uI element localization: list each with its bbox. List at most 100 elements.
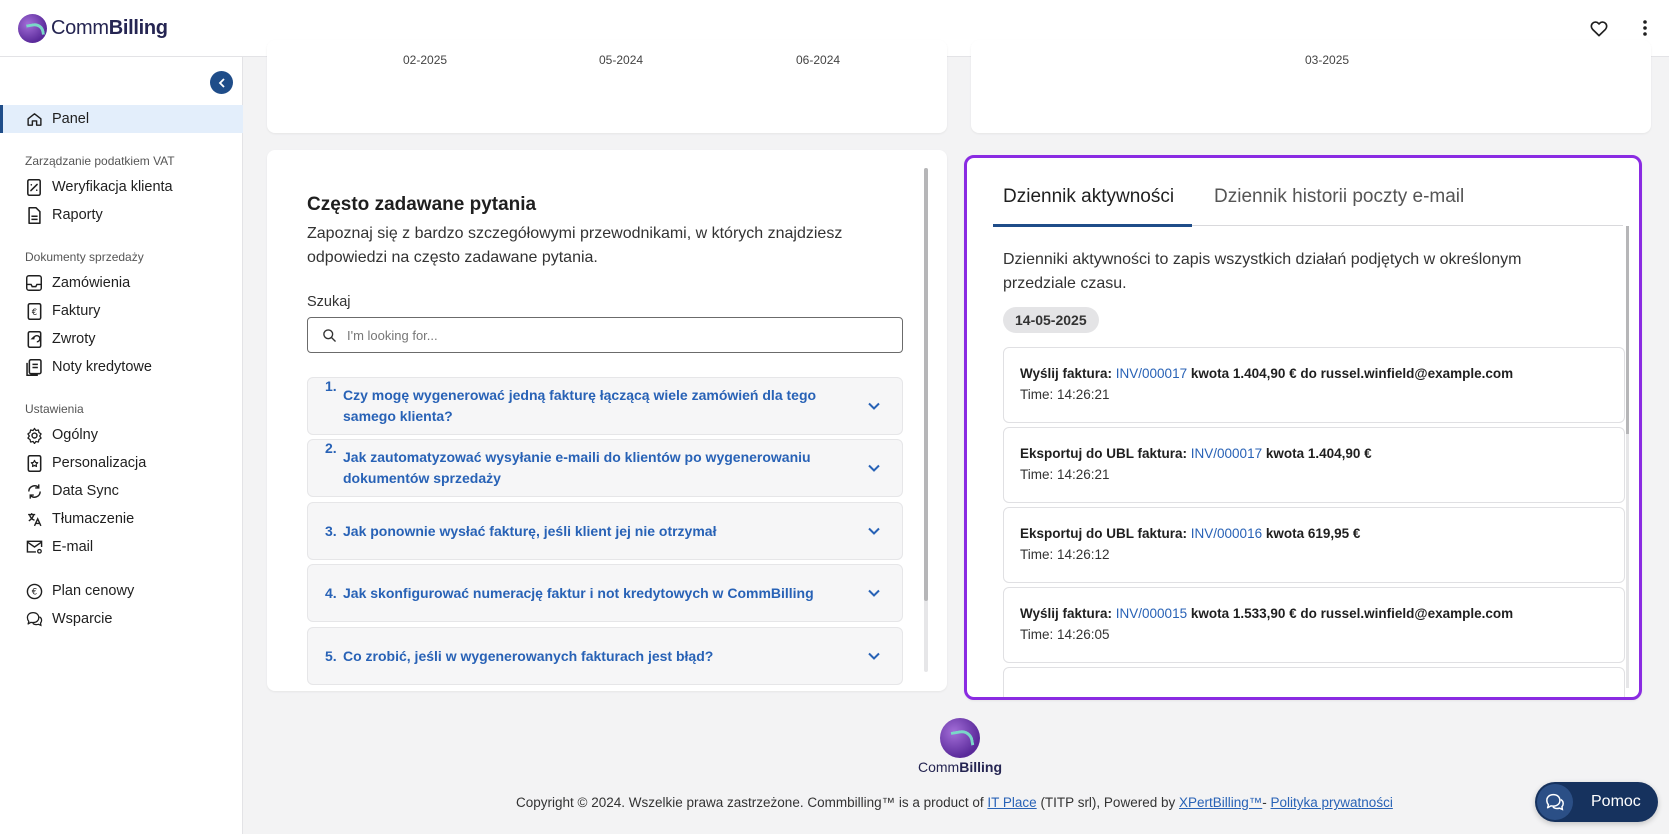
faq-question: Co zrobić, jeśli w wygenerowanych faktur… — [343, 647, 714, 664]
sidebar-section-sales: Dokumenty sprzedaży — [25, 250, 144, 264]
log-text: Eksportuj do UBL faktura: INV/000016 kwo… — [1020, 526, 1361, 541]
tab-activity-log[interactable]: Dziennik aktywności — [992, 168, 1193, 227]
faq-number: 4. — [325, 585, 337, 601]
sidebar-item-label: Zwroty — [52, 331, 96, 347]
faq-card: Często zadawane pytania Zapoznaj się z b… — [267, 150, 947, 691]
faq-item[interactable]: 4. Jak skonfigurować numerację faktur i … — [307, 564, 903, 622]
invoice-link[interactable]: INV/000017 — [1191, 446, 1262, 461]
faq-question: Czy mogę wygenerować jedną fakturę łączą… — [343, 387, 817, 424]
faq-number: 3. — [325, 523, 337, 539]
logo-text: CommBilling — [51, 16, 168, 39]
activity-scrollbar-thumb[interactable] — [1626, 226, 1629, 434]
log-time: Time: 14:26:21 — [1020, 467, 1110, 482]
sidebar-item-weryfikacja[interactable]: Weryfikacja klienta — [0, 173, 243, 201]
sidebar-item-label: E-mail — [52, 539, 94, 555]
sidebar-item-faktury[interactable]: € Faktury — [0, 297, 243, 325]
sidebar-item-label: Raporty — [52, 207, 103, 223]
faq-number: 5. — [325, 648, 337, 664]
chart-card-left: 02-2025 05-2024 06-2024 — [267, 40, 947, 133]
help-button[interactable]: Pomoc — [1535, 782, 1658, 822]
invoice-link[interactable]: INV/000015 — [1116, 606, 1187, 621]
sidebar-item-email[interactable]: E-mail — [0, 533, 243, 561]
sidebar-collapse-button[interactable] — [210, 71, 233, 94]
sidebar-item-label: Noty kredytowe — [52, 359, 152, 375]
chart-card-right: 03-2025 — [971, 40, 1651, 133]
sidebar-item-label: Faktury — [52, 303, 101, 319]
activity-card: Dziennik aktywności Dziennik historii po… — [964, 155, 1642, 700]
sidebar-item-label: Zamówienia — [52, 275, 131, 291]
log-time: Time: 14:26:05 — [1020, 627, 1110, 642]
chat-support-icon — [25, 610, 43, 628]
faq-item[interactable]: 2. Jak zautomatyzować wysyłanie e-maili … — [307, 439, 903, 497]
faq-item[interactable]: 5. Co zrobić, jeśli w wygenerowanych fak… — [307, 627, 903, 685]
copyright-text: Copyright © 2024. Wszelkie prawa zastrze… — [516, 795, 1393, 810]
svg-text:€: € — [31, 587, 36, 597]
sync-icon — [25, 482, 43, 500]
activity-tabs: Dziennik aktywności Dziennik historii po… — [992, 168, 1623, 227]
invoice-link[interactable]: INV/000016 — [1191, 526, 1262, 541]
faq-question: Jak zautomatyzować wysyłanie e-maili do … — [343, 449, 811, 486]
heart-icon[interactable] — [1587, 16, 1611, 40]
mail-settings-icon — [25, 538, 43, 556]
inbox-icon — [25, 274, 43, 292]
sidebar-item-tlumaczenie[interactable]: Tłumaczenie — [0, 505, 243, 533]
translate-icon — [25, 510, 43, 528]
log-time: Time: 14:26:21 — [1020, 387, 1110, 402]
sidebar-item-zwroty[interactable]: Zwroty — [0, 325, 243, 353]
sidebar-section-vat: Zarządzanie podatkiem VAT — [25, 154, 175, 168]
chevron-down-icon[interactable] — [864, 521, 884, 541]
faq-scrollbar-thumb[interactable] — [924, 168, 928, 601]
faq-question: Jak skonfigurować numerację faktur i not… — [343, 584, 814, 601]
svg-text:€: € — [31, 307, 36, 317]
gear-icon — [25, 426, 43, 444]
sidebar-item-panel[interactable]: Panel — [0, 105, 243, 133]
sidebar-item-plan[interactable]: € Plan cenowy — [0, 577, 243, 605]
footer-logo: CommBilling — [918, 718, 1002, 775]
invoice-link[interactable]: INV/000017 — [1116, 366, 1187, 381]
euro-circle-icon: € — [25, 582, 43, 600]
sidebar-item-label: Panel — [52, 111, 90, 127]
x-tick-label: 03-2025 — [1305, 53, 1350, 67]
x-tick-label: 02-2025 — [403, 53, 448, 67]
search-box[interactable] — [307, 317, 903, 353]
log-entry: Wyślij faktura: INV/000015 kwota 1.533,9… — [1003, 587, 1625, 663]
sidebar-item-raporty[interactable]: Raporty — [0, 201, 243, 229]
log-entry: Eksportuj do UBL faktura: INV/000016 kwo… — [1003, 507, 1625, 583]
app-logo[interactable]: CommBilling — [18, 13, 168, 43]
chevron-down-icon[interactable] — [864, 458, 884, 478]
chevron-left-icon — [218, 77, 225, 88]
logo-mark-icon — [18, 13, 47, 43]
sidebar-item-ogolny[interactable]: Ogólny — [0, 421, 243, 449]
log-entry — [1003, 667, 1625, 697]
more-vert-icon[interactable] — [1633, 16, 1657, 40]
personalize-icon — [25, 454, 43, 472]
sidebar-item-datasync[interactable]: Data Sync — [0, 477, 243, 505]
log-text: Wyślij faktura: INV/000017 kwota 1.404,9… — [1020, 366, 1514, 381]
xpertbilling-link[interactable]: XPertBilling™ — [1179, 795, 1262, 810]
sidebar-item-personalizacja[interactable]: Personalizacja — [0, 449, 243, 477]
faq-number: 2. — [325, 440, 337, 456]
faq-description: Zapoznaj się z bardzo szczegółowymi prze… — [307, 225, 843, 266]
return-icon — [25, 330, 43, 348]
sidebar-item-wsparcie[interactable]: Wsparcie — [0, 605, 243, 633]
log-text: Eksportuj do UBL faktura: INV/000017 kwo… — [1020, 446, 1372, 461]
x-tick-label: 05-2024 — [599, 53, 644, 67]
activity-description: Dzienniki aktywności to zapis wszystkich… — [1003, 251, 1522, 292]
sidebar-item-zamowienia[interactable]: Zamówienia — [0, 269, 243, 297]
chevron-down-icon[interactable] — [864, 396, 884, 416]
log-text: Wyślij faktura: INV/000015 kwota 1.533,9… — [1020, 606, 1514, 621]
chevron-down-icon[interactable] — [864, 583, 884, 603]
itplace-link[interactable]: IT Place — [987, 795, 1036, 810]
sidebar-item-noty[interactable]: Noty kredytowe — [0, 353, 243, 381]
chevron-down-icon[interactable] — [864, 646, 884, 666]
search-label: Szukaj — [307, 294, 351, 310]
footer-brand: CommBilling — [918, 759, 1003, 775]
tab-email-history[interactable]: Dziennik historii poczty e-mail — [1214, 168, 1464, 226]
search-input[interactable] — [347, 327, 887, 343]
log-time: Time: 14:26:12 — [1020, 547, 1110, 562]
faq-item[interactable]: 1. Czy mogę wygenerować jedną fakturę łą… — [307, 377, 903, 435]
footer-logo-mark-icon — [940, 718, 980, 758]
privacy-policy-link[interactable]: Polityka prywatności — [1271, 795, 1393, 810]
report-icon — [25, 206, 43, 224]
faq-item[interactable]: 3. Jak ponownie wysłać fakturę, jeśli kl… — [307, 502, 903, 560]
